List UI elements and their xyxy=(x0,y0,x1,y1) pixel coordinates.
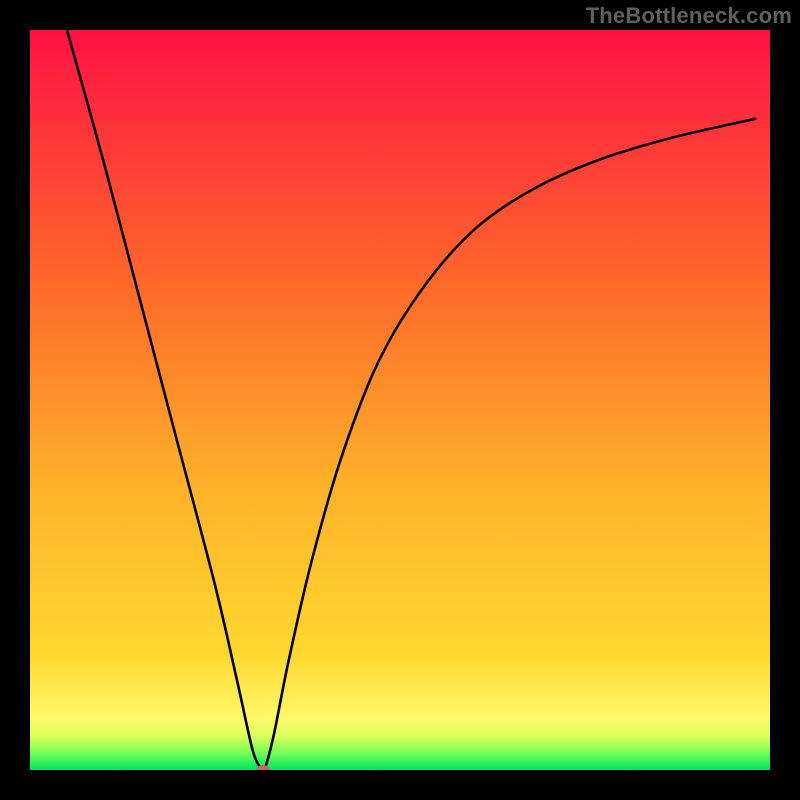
chart-frame: TheBottleneck.com xyxy=(0,0,800,800)
watermark-text: TheBottleneck.com xyxy=(586,3,792,29)
chart-svg xyxy=(30,30,770,770)
plot-area xyxy=(30,30,770,770)
